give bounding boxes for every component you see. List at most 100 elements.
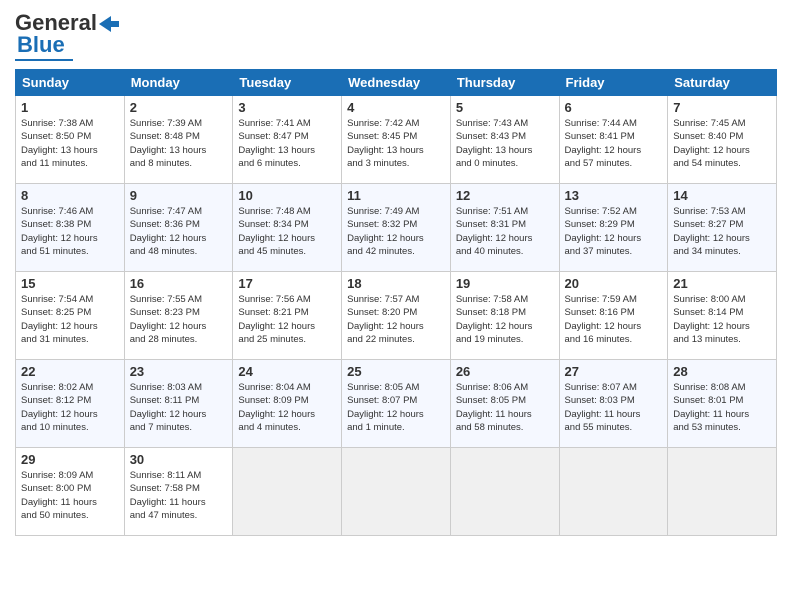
col-header-wednesday: Wednesday xyxy=(342,70,451,96)
calendar-cell: 22 Sunrise: 8:02 AMSunset: 8:12 PMDayligh… xyxy=(16,360,125,448)
day-number: 10 xyxy=(238,188,336,203)
cell-info: Sunrise: 8:05 AMSunset: 8:07 PMDaylight:… xyxy=(347,381,445,434)
calendar-week-row: 22 Sunrise: 8:02 AMSunset: 8:12 PMDayligh… xyxy=(16,360,777,448)
day-number: 22 xyxy=(21,364,119,379)
cell-info: Sunrise: 7:38 AMSunset: 8:50 PMDaylight:… xyxy=(21,117,119,170)
day-number: 11 xyxy=(347,188,445,203)
col-header-tuesday: Tuesday xyxy=(233,70,342,96)
calendar-cell: 19 Sunrise: 7:58 AMSunset: 8:18 PMDayligh… xyxy=(450,272,559,360)
calendar-cell: 2 Sunrise: 7:39 AMSunset: 8:48 PMDaylight… xyxy=(124,96,233,184)
day-number: 18 xyxy=(347,276,445,291)
calendar-cell: 21 Sunrise: 8:00 AMSunset: 8:14 PMDayligh… xyxy=(668,272,777,360)
day-number: 15 xyxy=(21,276,119,291)
calendar-cell: 25 Sunrise: 8:05 AMSunset: 8:07 PMDayligh… xyxy=(342,360,451,448)
day-number: 23 xyxy=(130,364,228,379)
day-number: 21 xyxy=(673,276,771,291)
calendar-cell: 18 Sunrise: 7:57 AMSunset: 8:20 PMDayligh… xyxy=(342,272,451,360)
cell-info: Sunrise: 7:45 AMSunset: 8:40 PMDaylight:… xyxy=(673,117,771,170)
calendar-cell: 15Sunrise: 7:54 AMSunset: 8:25 PMDayligh… xyxy=(16,272,125,360)
calendar-cell: 28 Sunrise: 8:08 AMSunset: 8:01 PMDayligh… xyxy=(668,360,777,448)
day-number: 4 xyxy=(347,100,445,115)
col-header-saturday: Saturday xyxy=(668,70,777,96)
calendar-cell xyxy=(559,448,668,536)
day-number: 24 xyxy=(238,364,336,379)
cell-info: Sunrise: 8:00 AMSunset: 8:14 PMDaylight:… xyxy=(673,293,771,346)
cell-info: Sunrise: 7:42 AMSunset: 8:45 PMDaylight:… xyxy=(347,117,445,170)
col-header-monday: Monday xyxy=(124,70,233,96)
cell-info: Sunrise: 7:53 AMSunset: 8:27 PMDaylight:… xyxy=(673,205,771,258)
day-number: 16 xyxy=(130,276,228,291)
calendar-cell: 23 Sunrise: 8:03 AMSunset: 8:11 PMDayligh… xyxy=(124,360,233,448)
day-number: 5 xyxy=(456,100,554,115)
day-number: 17 xyxy=(238,276,336,291)
cell-info: Sunrise: 7:58 AMSunset: 8:18 PMDaylight:… xyxy=(456,293,554,346)
cell-info: Sunrise: 7:39 AMSunset: 8:48 PMDaylight:… xyxy=(130,117,228,170)
day-number: 27 xyxy=(565,364,663,379)
cell-info: Sunrise: 7:55 AMSunset: 8:23 PMDaylight:… xyxy=(130,293,228,346)
calendar-cell: 14 Sunrise: 7:53 AMSunset: 8:27 PMDayligh… xyxy=(668,184,777,272)
day-number: 6 xyxy=(565,100,663,115)
cell-info: Sunrise: 7:59 AMSunset: 8:16 PMDaylight:… xyxy=(565,293,663,346)
cell-info: Sunrise: 7:47 AMSunset: 8:36 PMDaylight:… xyxy=(130,205,228,258)
calendar-cell: 20Sunrise: 7:59 AMSunset: 8:16 PMDayligh… xyxy=(559,272,668,360)
day-number: 8 xyxy=(21,188,119,203)
calendar-cell: 9 Sunrise: 7:47 AMSunset: 8:36 PMDaylight… xyxy=(124,184,233,272)
cell-info: Sunrise: 7:56 AMSunset: 8:21 PMDaylight:… xyxy=(238,293,336,346)
day-number: 29 xyxy=(21,452,119,467)
calendar-cell: 7 Sunrise: 7:45 AMSunset: 8:40 PMDaylight… xyxy=(668,96,777,184)
day-number: 19 xyxy=(456,276,554,291)
calendar-week-row: 15Sunrise: 7:54 AMSunset: 8:25 PMDayligh… xyxy=(16,272,777,360)
cell-info: Sunrise: 8:06 AMSunset: 8:05 PMDaylight:… xyxy=(456,381,554,434)
cell-info: Sunrise: 8:08 AMSunset: 8:01 PMDaylight:… xyxy=(673,381,771,434)
calendar-cell: 26Sunrise: 8:06 AMSunset: 8:05 PMDayligh… xyxy=(450,360,559,448)
calendar-cell: 5 Sunrise: 7:43 AMSunset: 8:43 PMDaylight… xyxy=(450,96,559,184)
calendar-cell xyxy=(450,448,559,536)
col-header-friday: Friday xyxy=(559,70,668,96)
cell-info: Sunrise: 7:51 AMSunset: 8:31 PMDaylight:… xyxy=(456,205,554,258)
logo: General Blue xyxy=(15,10,119,61)
day-number: 2 xyxy=(130,100,228,115)
calendar-cell: 11 Sunrise: 7:49 AMSunset: 8:32 PMDayligh… xyxy=(342,184,451,272)
day-number: 9 xyxy=(130,188,228,203)
col-header-sunday: Sunday xyxy=(16,70,125,96)
calendar-cell: 16 Sunrise: 7:55 AMSunset: 8:23 PMDayligh… xyxy=(124,272,233,360)
calendar-week-row: 1 Sunrise: 7:38 AMSunset: 8:50 PMDaylight… xyxy=(16,96,777,184)
cell-info: Sunrise: 8:07 AMSunset: 8:03 PMDaylight:… xyxy=(565,381,663,434)
calendar-cell: 17 Sunrise: 7:56 AMSunset: 8:21 PMDayligh… xyxy=(233,272,342,360)
calendar-cell: 27 Sunrise: 8:07 AMSunset: 8:03 PMDayligh… xyxy=(559,360,668,448)
day-number: 25 xyxy=(347,364,445,379)
cell-info: Sunrise: 8:09 AMSunset: 8:00 PMDaylight:… xyxy=(21,469,119,522)
day-number: 1 xyxy=(21,100,119,115)
day-number: 14 xyxy=(673,188,771,203)
day-number: 3 xyxy=(238,100,336,115)
day-number: 7 xyxy=(673,100,771,115)
calendar-week-row: 29 Sunrise: 8:09 AMSunset: 8:00 PMDayligh… xyxy=(16,448,777,536)
calendar-cell: 6 Sunrise: 7:44 AMSunset: 8:41 PMDaylight… xyxy=(559,96,668,184)
calendar-cell: 30Sunrise: 8:11 AMSunset: 7:58 PMDayligh… xyxy=(124,448,233,536)
logo-blue-text: Blue xyxy=(17,32,65,58)
cell-info: Sunrise: 7:52 AMSunset: 8:29 PMDaylight:… xyxy=(565,205,663,258)
cell-info: Sunrise: 7:48 AMSunset: 8:34 PMDaylight:… xyxy=(238,205,336,258)
cell-info: Sunrise: 7:49 AMSunset: 8:32 PMDaylight:… xyxy=(347,205,445,258)
cell-info: Sunrise: 7:57 AMSunset: 8:20 PMDaylight:… xyxy=(347,293,445,346)
calendar-cell xyxy=(233,448,342,536)
calendar-cell: 29 Sunrise: 8:09 AMSunset: 8:00 PMDayligh… xyxy=(16,448,125,536)
cell-info: Sunrise: 8:03 AMSunset: 8:11 PMDaylight:… xyxy=(130,381,228,434)
page-header: General Blue xyxy=(15,10,777,61)
calendar-cell: 1 Sunrise: 7:38 AMSunset: 8:50 PMDaylight… xyxy=(16,96,125,184)
calendar-cell xyxy=(342,448,451,536)
cell-info: Sunrise: 7:44 AMSunset: 8:41 PMDaylight:… xyxy=(565,117,663,170)
col-header-thursday: Thursday xyxy=(450,70,559,96)
day-number: 28 xyxy=(673,364,771,379)
cell-info: Sunrise: 7:46 AMSunset: 8:38 PMDaylight:… xyxy=(21,205,119,258)
logo-arrow-icon xyxy=(99,16,119,32)
cell-info: Sunrise: 7:43 AMSunset: 8:43 PMDaylight:… xyxy=(456,117,554,170)
cell-info: Sunrise: 8:02 AMSunset: 8:12 PMDaylight:… xyxy=(21,381,119,434)
calendar-cell: 3Sunrise: 7:41 AMSunset: 8:47 PMDaylight… xyxy=(233,96,342,184)
calendar-cell: 10 Sunrise: 7:48 AMSunset: 8:34 PMDayligh… xyxy=(233,184,342,272)
day-number: 13 xyxy=(565,188,663,203)
cell-info: Sunrise: 8:11 AMSunset: 7:58 PMDaylight:… xyxy=(130,469,228,522)
logo-underline xyxy=(15,59,73,61)
day-number: 12 xyxy=(456,188,554,203)
cell-info: Sunrise: 8:04 AMSunset: 8:09 PMDaylight:… xyxy=(238,381,336,434)
